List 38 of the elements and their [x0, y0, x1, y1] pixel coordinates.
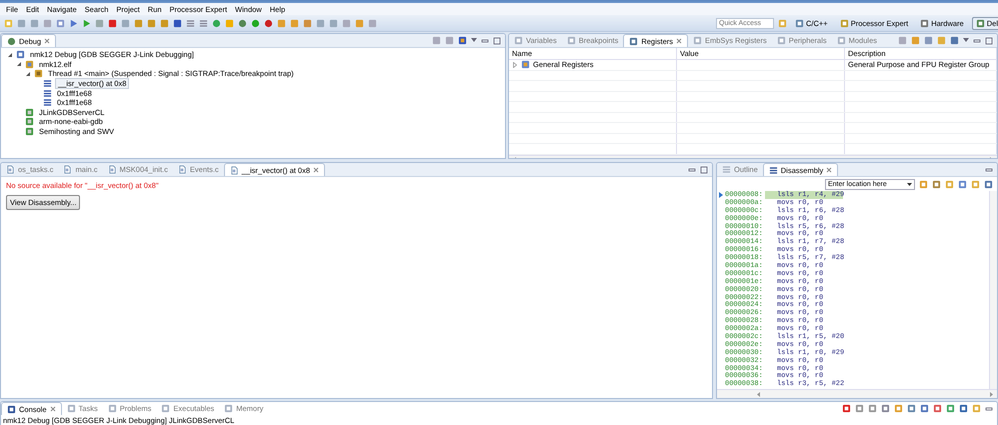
disassembly-icon — [768, 166, 778, 174]
maximize-icon[interactable] — [700, 166, 708, 174]
collapse-icon[interactable] — [25, 70, 31, 77]
stack-frame-icon — [43, 79, 52, 88]
view-menu-icon[interactable] — [471, 38, 477, 43]
c-file-icon — [178, 165, 187, 174]
close-icon[interactable] — [313, 167, 320, 173]
scroll-left-icon[interactable] — [757, 392, 761, 396]
dropdown-icon[interactable] — [907, 182, 912, 186]
minimize-icon[interactable] — [985, 406, 993, 412]
minimize-icon[interactable] — [973, 38, 981, 44]
maximize-icon[interactable] — [985, 36, 993, 44]
scrollbar[interactable] — [717, 389, 997, 398]
list-icon[interactable] — [186, 18, 195, 28]
c-file-icon — [6, 165, 15, 174]
c-file-icon — [63, 165, 72, 174]
close-icon[interactable] — [44, 38, 50, 44]
resume-icon[interactable] — [82, 18, 91, 28]
scroll-right-icon[interactable] — [989, 392, 993, 396]
stack-frame-icon — [43, 88, 52, 98]
list-icon[interactable] — [199, 18, 208, 28]
close-icon[interactable] — [676, 38, 682, 44]
scrollbar[interactable] — [989, 191, 997, 389]
minimize-icon[interactable] — [985, 166, 993, 172]
stack-frame-icon — [43, 98, 52, 108]
expand-icon[interactable] — [512, 62, 518, 68]
collapse-icon[interactable] — [7, 52, 13, 58]
close-icon[interactable] — [826, 167, 832, 173]
stop-icon[interactable] — [108, 18, 117, 28]
view-menu-icon[interactable] — [963, 38, 969, 43]
minimize-icon[interactable] — [481, 38, 489, 44]
outline-icon — [722, 165, 731, 174]
maximize-icon[interactable] — [493, 36, 501, 44]
c-file-icon — [230, 166, 239, 174]
collapse-icon[interactable] — [16, 61, 22, 68]
close-icon[interactable] — [50, 406, 56, 412]
c-file-icon — [108, 165, 117, 174]
minimize-icon[interactable] — [688, 166, 696, 172]
